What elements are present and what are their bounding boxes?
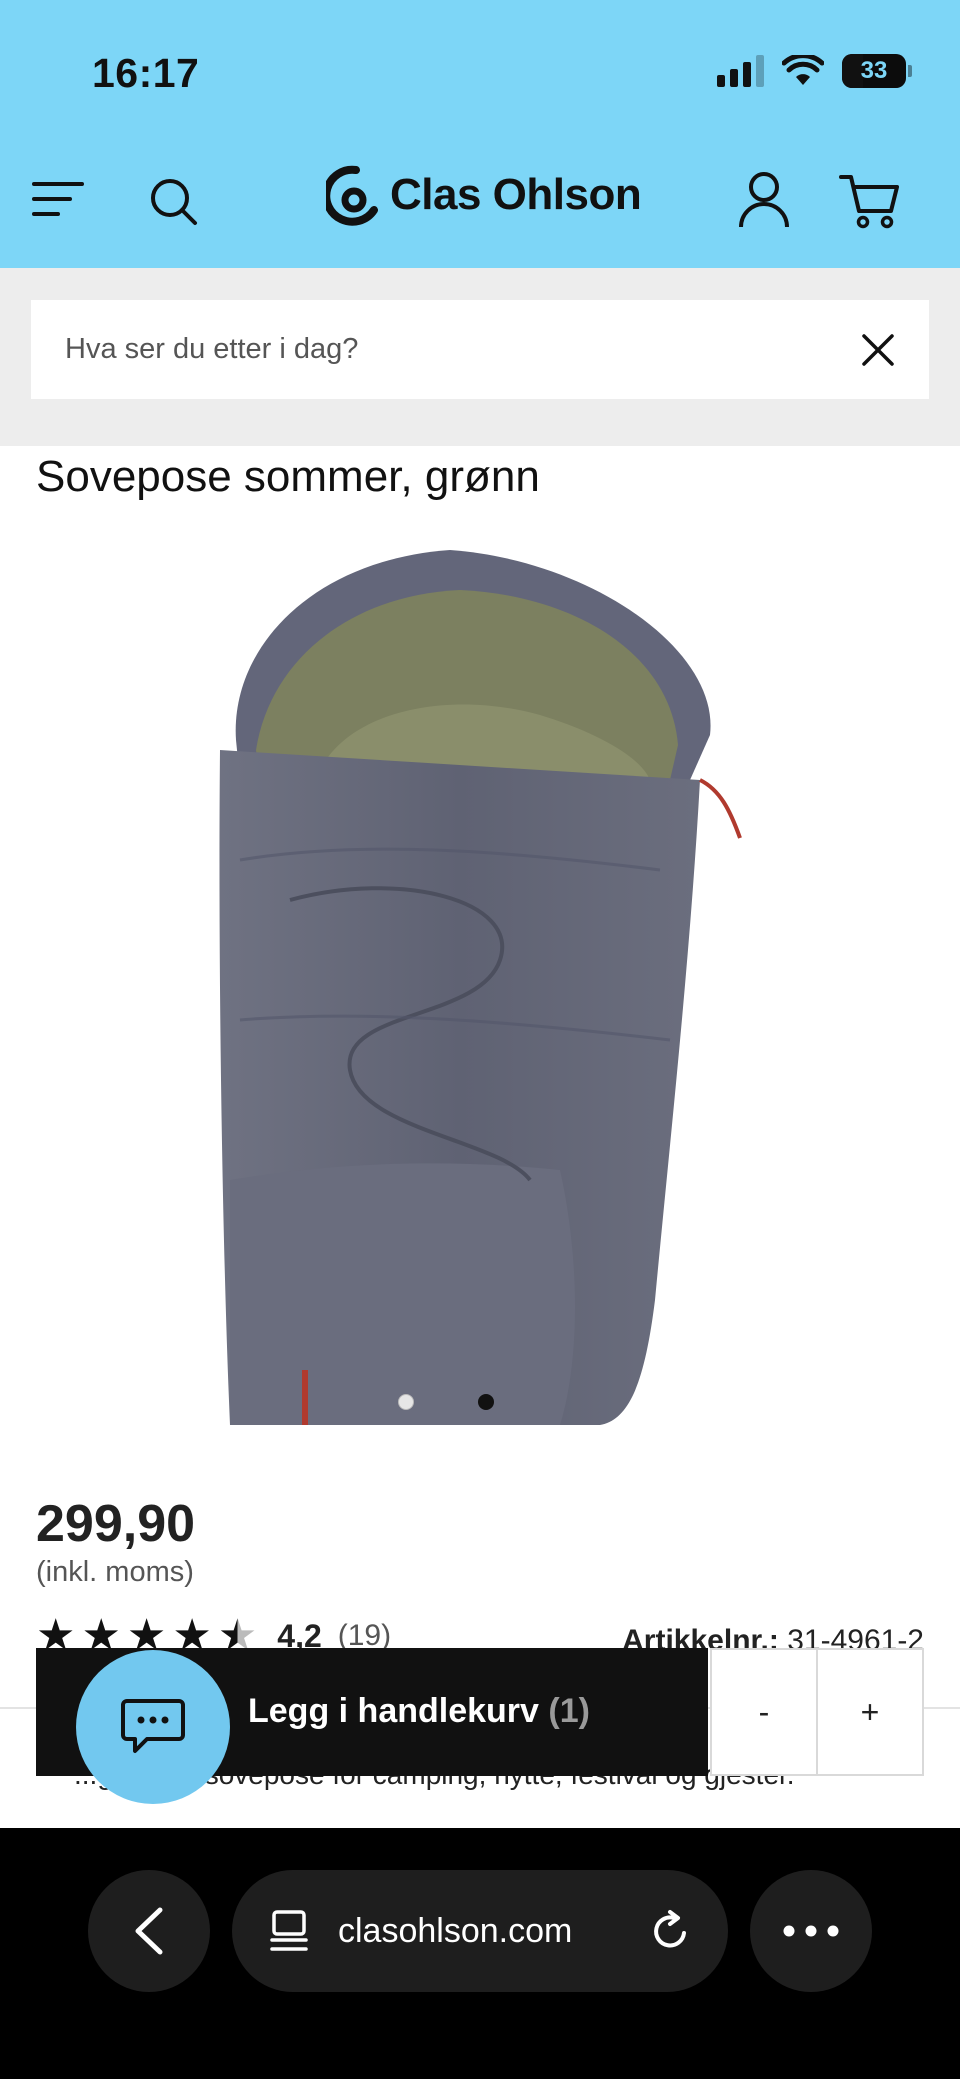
app-header: 16:17 33 Clas Ohlson	[0, 0, 960, 268]
add-to-cart-text: Legg i handlekurv	[248, 1692, 539, 1730]
reload-icon[interactable]	[650, 1909, 692, 1953]
status-indicators: 33	[717, 54, 912, 88]
address-bar-url: clasohlson.com	[338, 1911, 573, 1950]
more-options-button[interactable]	[750, 1870, 872, 1992]
clas-ohlson-logo-icon	[326, 165, 378, 226]
page-menu-icon	[270, 1910, 308, 1951]
chat-icon	[121, 1699, 185, 1753]
browser-toolbar: clasohlson.com	[0, 1828, 960, 2079]
search-area	[0, 268, 960, 446]
status-time: 16:17	[92, 50, 200, 96]
cart-icon[interactable]	[838, 172, 902, 230]
image-carousel-dots	[398, 1394, 494, 1410]
search-input[interactable]	[65, 333, 861, 366]
chat-button[interactable]	[76, 1650, 230, 1804]
account-icon[interactable]	[734, 170, 794, 230]
product-title: Sovepose sommer, grønn	[36, 452, 540, 501]
address-bar[interactable]: clasohlson.com	[232, 1870, 728, 1992]
more-icon	[783, 1925, 839, 1937]
menu-icon[interactable]	[30, 176, 86, 222]
battery-icon: 33	[842, 54, 912, 88]
carousel-dot[interactable]	[398, 1394, 414, 1410]
product-price: 299,90	[36, 1495, 196, 1553]
brand-logo[interactable]: Clas Ohlson	[326, 162, 642, 228]
search-icon[interactable]	[148, 176, 200, 228]
back-button[interactable]	[88, 1870, 210, 1992]
product-image[interactable]	[200, 540, 760, 1440]
chevron-left-icon	[135, 1907, 163, 1955]
clear-search-icon[interactable]	[861, 333, 895, 367]
carousel-dot[interactable]	[478, 1394, 494, 1410]
cellular-signal-icon	[717, 55, 764, 87]
decrease-quantity-button[interactable]: -	[712, 1650, 816, 1774]
quantity-stepper: - +	[710, 1648, 924, 1776]
cart-count: (1)	[548, 1692, 590, 1730]
search-box	[31, 300, 929, 399]
wifi-icon	[782, 55, 824, 85]
battery-percent: 33	[860, 57, 888, 84]
brand-name: Clas Ohlson	[390, 170, 642, 219]
price-vat-note: (inkl. moms)	[36, 1556, 194, 1588]
add-to-cart-label: Legg i handlekurv (1)	[248, 1692, 590, 1731]
increase-quantity-button[interactable]: +	[816, 1650, 922, 1774]
